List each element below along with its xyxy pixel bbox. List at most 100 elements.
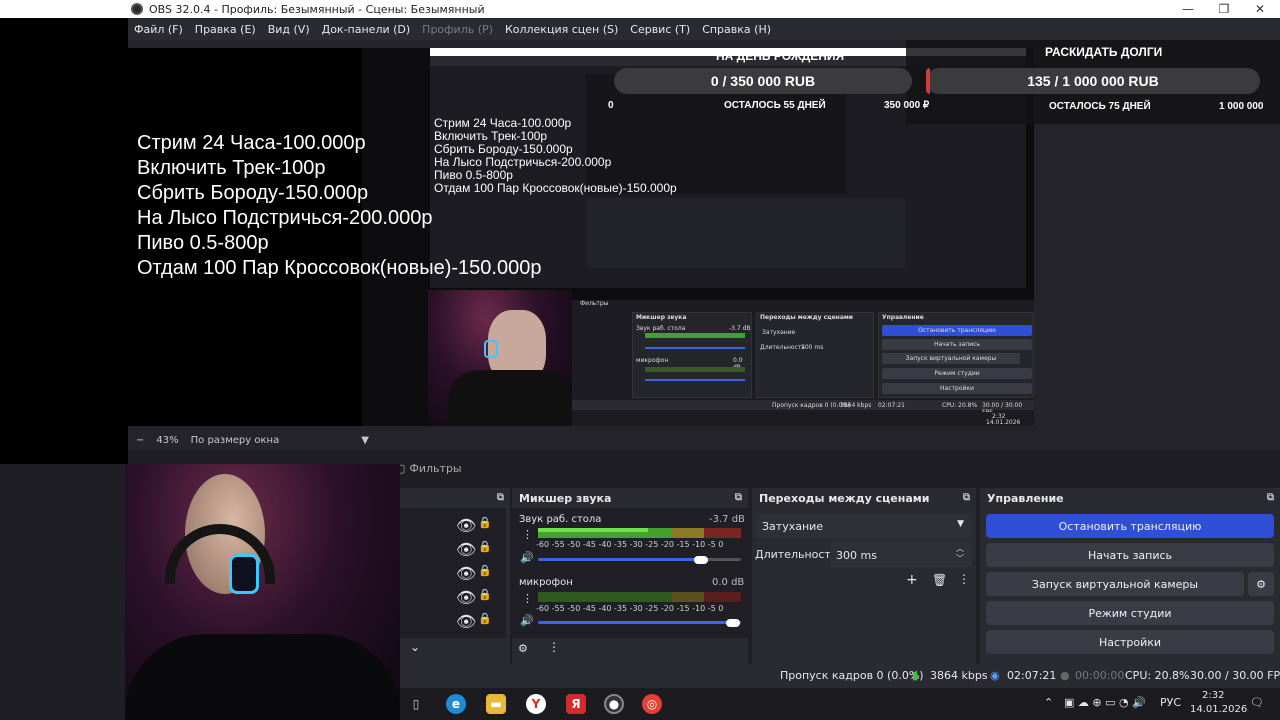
- goal-birthday-max: 350 000 ₽: [884, 100, 930, 111]
- lock-icon[interactable]: 🔒: [478, 516, 492, 529]
- channel-db: 0.0 dB: [712, 577, 745, 588]
- start-recording-button[interactable]: Начать запись: [986, 543, 1274, 567]
- zoom-bar: − 43% По размеру окна ▼: [128, 430, 1280, 450]
- studio-mode-button[interactable]: Режим студии: [986, 601, 1274, 625]
- more-vert-icon[interactable]: ⋮: [522, 592, 533, 605]
- menu-scene-collection[interactable]: Коллекция сцен (S): [499, 23, 624, 36]
- goal-birthday-remaining: ОСТАЛОСЬ 55 ДНЕЙ: [724, 100, 826, 111]
- edge-icon[interactable]: e: [446, 694, 466, 714]
- nested-mic: микрофон: [636, 357, 669, 364]
- nested-slider-1: [645, 347, 745, 349]
- undock-icon[interactable]: ⧉: [735, 492, 742, 503]
- nested-settings: Настройки: [882, 383, 1032, 394]
- controls-title: Управление: [987, 491, 1064, 505]
- obs-logo-icon: [131, 3, 143, 15]
- sources-dock: ⧉ 👁 🔒 👁 🔒 👁 🔒 👁 🔒 👁 🔒 ⌄: [400, 488, 510, 664]
- webcam-preview-small: [428, 290, 572, 426]
- language-indicator[interactable]: РУС: [1160, 696, 1181, 709]
- volume-slider[interactable]: [538, 621, 741, 624]
- spinner-icon[interactable]: ︿ ﹀: [956, 544, 964, 564]
- visibility-eye-icon[interactable]: 👁: [456, 540, 476, 559]
- fps: 30.00 / 30.00 FPS: [1190, 669, 1280, 682]
- undock-icon[interactable]: ⧉: [1267, 492, 1274, 503]
- yandex-browser-icon[interactable]: Y: [526, 694, 546, 714]
- tray-icons[interactable]: ▣ ☁ ⊕ ▭ ◔ 🔊: [1064, 696, 1146, 709]
- add-icon[interactable]: +: [906, 572, 918, 588]
- headset-light: [484, 340, 498, 358]
- donation-item: Пиво 0.5-800р: [137, 232, 269, 254]
- nested-mixer: Микшер звука Звук раб. стола -3.7 dB мик…: [632, 312, 752, 398]
- clock-date[interactable]: 14.01.2026: [1190, 704, 1247, 715]
- goal-debts-progress: 135 / 1 000 000 RUB: [1027, 73, 1159, 89]
- gear-icon[interactable]: ⚙: [518, 642, 528, 655]
- chrome-icon[interactable]: ◎: [642, 694, 662, 714]
- volume-knob[interactable]: [694, 556, 708, 564]
- nested-stop-stream: Остановить трансляцию: [882, 325, 1032, 336]
- stop-stream-button[interactable]: Остановить трансляцию: [986, 514, 1274, 538]
- task-view-icon[interactable]: ▯: [406, 694, 426, 714]
- duration-input[interactable]: 300 ms ︿ ﹀: [830, 543, 972, 567]
- menu-view[interactable]: Вид (V): [262, 23, 316, 36]
- restore-button[interactable]: ❐: [1206, 0, 1242, 18]
- virtual-camera-settings-gear-icon[interactable]: ⚙: [1248, 572, 1274, 596]
- close-button[interactable]: ✕: [1242, 0, 1278, 18]
- undock-icon[interactable]: ⧉: [963, 492, 970, 503]
- visibility-eye-icon[interactable]: 👁: [456, 588, 476, 607]
- more-vert-icon[interactable]: ⋮: [522, 528, 533, 541]
- visibility-eye-icon[interactable]: 👁: [456, 516, 476, 535]
- visibility-eye-icon[interactable]: 👁: [456, 612, 476, 631]
- filters-tab[interactable]: ▢ Фильтры: [395, 458, 505, 478]
- folder-icon[interactable]: ▬: [486, 694, 506, 714]
- transition-select[interactable]: Затухание ▼: [756, 514, 972, 538]
- notifications-icon[interactable]: 🗨: [1250, 696, 1264, 709]
- chevron-up-icon[interactable]: ⌃: [1044, 696, 1053, 709]
- volume-slider[interactable]: [538, 558, 700, 561]
- clock-time[interactable]: 2:32: [1202, 690, 1224, 701]
- visibility-eye-icon[interactable]: 👁: [456, 564, 476, 583]
- virtual-camera-button[interactable]: Запуск виртуальной камеры: [986, 572, 1244, 596]
- lock-icon[interactable]: 🔒: [478, 588, 492, 601]
- chevron-down-icon[interactable]: ⌄: [410, 640, 420, 654]
- volume-knob[interactable]: [726, 619, 740, 627]
- trash-icon[interactable]: 🗑: [932, 573, 947, 587]
- stream-time: 02:07:21: [1007, 669, 1057, 682]
- sources-header: ⧉: [400, 488, 510, 508]
- lock-icon[interactable]: 🔒: [478, 564, 492, 577]
- dropped-frames: Пропуск кадров 0 (0.0%): [780, 669, 924, 682]
- minimize-button[interactable]: —: [1170, 0, 1206, 18]
- zoom-mode[interactable]: По размеру окна: [191, 435, 280, 446]
- zoom-mode-dropdown-icon[interactable]: ▼: [361, 435, 369, 446]
- status-bar: Пропуск кадров 0 (0.0%) ▮ 3864 kbps ◉ 02…: [400, 664, 1280, 688]
- record-time: 00:00:00: [1075, 669, 1125, 682]
- undock-icon[interactable]: ⧉: [497, 492, 504, 503]
- donation-item: Отдам 100 Пар Кроссовок(новые)-150.000р: [137, 257, 542, 279]
- mixer-title: Микшер звука: [519, 491, 612, 505]
- nested-duration-label: Длительность: [760, 344, 805, 351]
- more-vert-icon[interactable]: ⋮: [958, 572, 970, 586]
- menu-tools[interactable]: Сервис (T): [624, 23, 696, 36]
- nested-transitions-title: Переходы между сценами: [760, 314, 853, 321]
- nested-cpu: CPU: 20.8%: [942, 402, 978, 409]
- stream-icon: ◉: [990, 669, 1000, 682]
- lock-icon[interactable]: 🔒: [478, 540, 492, 553]
- nested-duration-value: 300 ms: [801, 344, 824, 351]
- menu-docks[interactable]: Док-панели (D): [316, 23, 417, 36]
- obs-taskbar-icon[interactable]: ●: [604, 694, 624, 714]
- menu-file[interactable]: Файл (F): [128, 23, 189, 36]
- channel-db: -3.7 dB: [709, 514, 745, 525]
- sources-list[interactable]: 👁 🔒 👁 🔒 👁 🔒 👁 🔒 👁 🔒: [400, 508, 506, 638]
- lock-icon[interactable]: 🔒: [478, 612, 492, 625]
- menu-edit[interactable]: Правка (E): [189, 23, 262, 36]
- goal-birthday-bar: 0 / 350 000 RUB: [614, 68, 912, 94]
- speaker-icon[interactable]: 🔊: [520, 614, 534, 627]
- bitrate: 3864 kbps: [930, 669, 988, 682]
- nested-controls: Управление Остановить трансляцию Начать …: [878, 312, 1034, 398]
- zoom-out-button[interactable]: −: [136, 435, 144, 446]
- settings-button[interactable]: Настройки: [986, 630, 1274, 654]
- yandex-icon[interactable]: Я: [566, 694, 586, 714]
- duration-value: 300 ms: [836, 548, 877, 562]
- more-vert-icon[interactable]: ⋮: [548, 640, 560, 654]
- nested-docks: [586, 198, 906, 268]
- speaker-icon[interactable]: 🔊: [520, 551, 534, 564]
- menu-help[interactable]: Справка (H): [696, 23, 777, 36]
